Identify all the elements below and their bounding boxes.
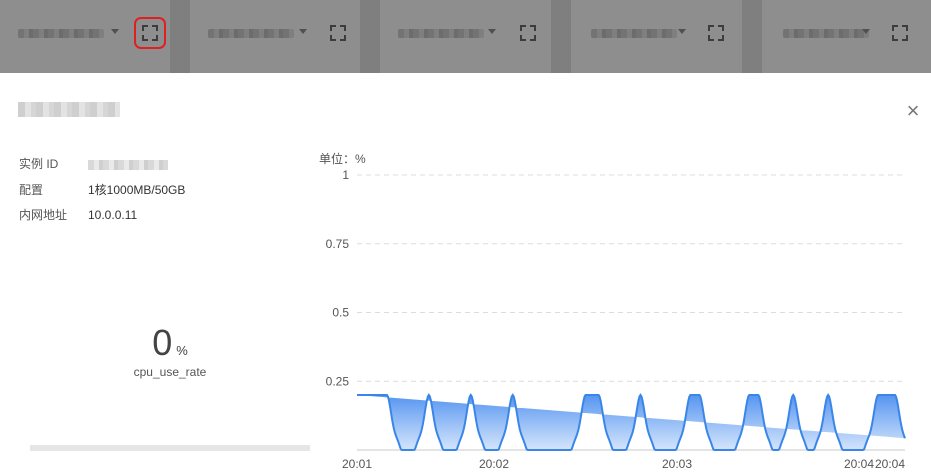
- y-tick-label: 0.75: [326, 237, 350, 251]
- x-tick-label: 20:04: [844, 457, 874, 471]
- y-tick-label: 0.5: [332, 306, 349, 320]
- x-tick-label: 20:02: [479, 457, 509, 471]
- y-tick-label: 0.25: [326, 374, 350, 388]
- x-tick-label: 20:04: [875, 457, 905, 471]
- cpu-usage-chart: 1 0.75 0.5 0.25 20:01 20:02 20:03 20:04 20:04: [326, 168, 906, 471]
- x-tick-label: 20:03: [662, 457, 692, 471]
- y-tick-label: 1: [342, 168, 349, 182]
- x-tick-label: 20:01: [342, 457, 372, 471]
